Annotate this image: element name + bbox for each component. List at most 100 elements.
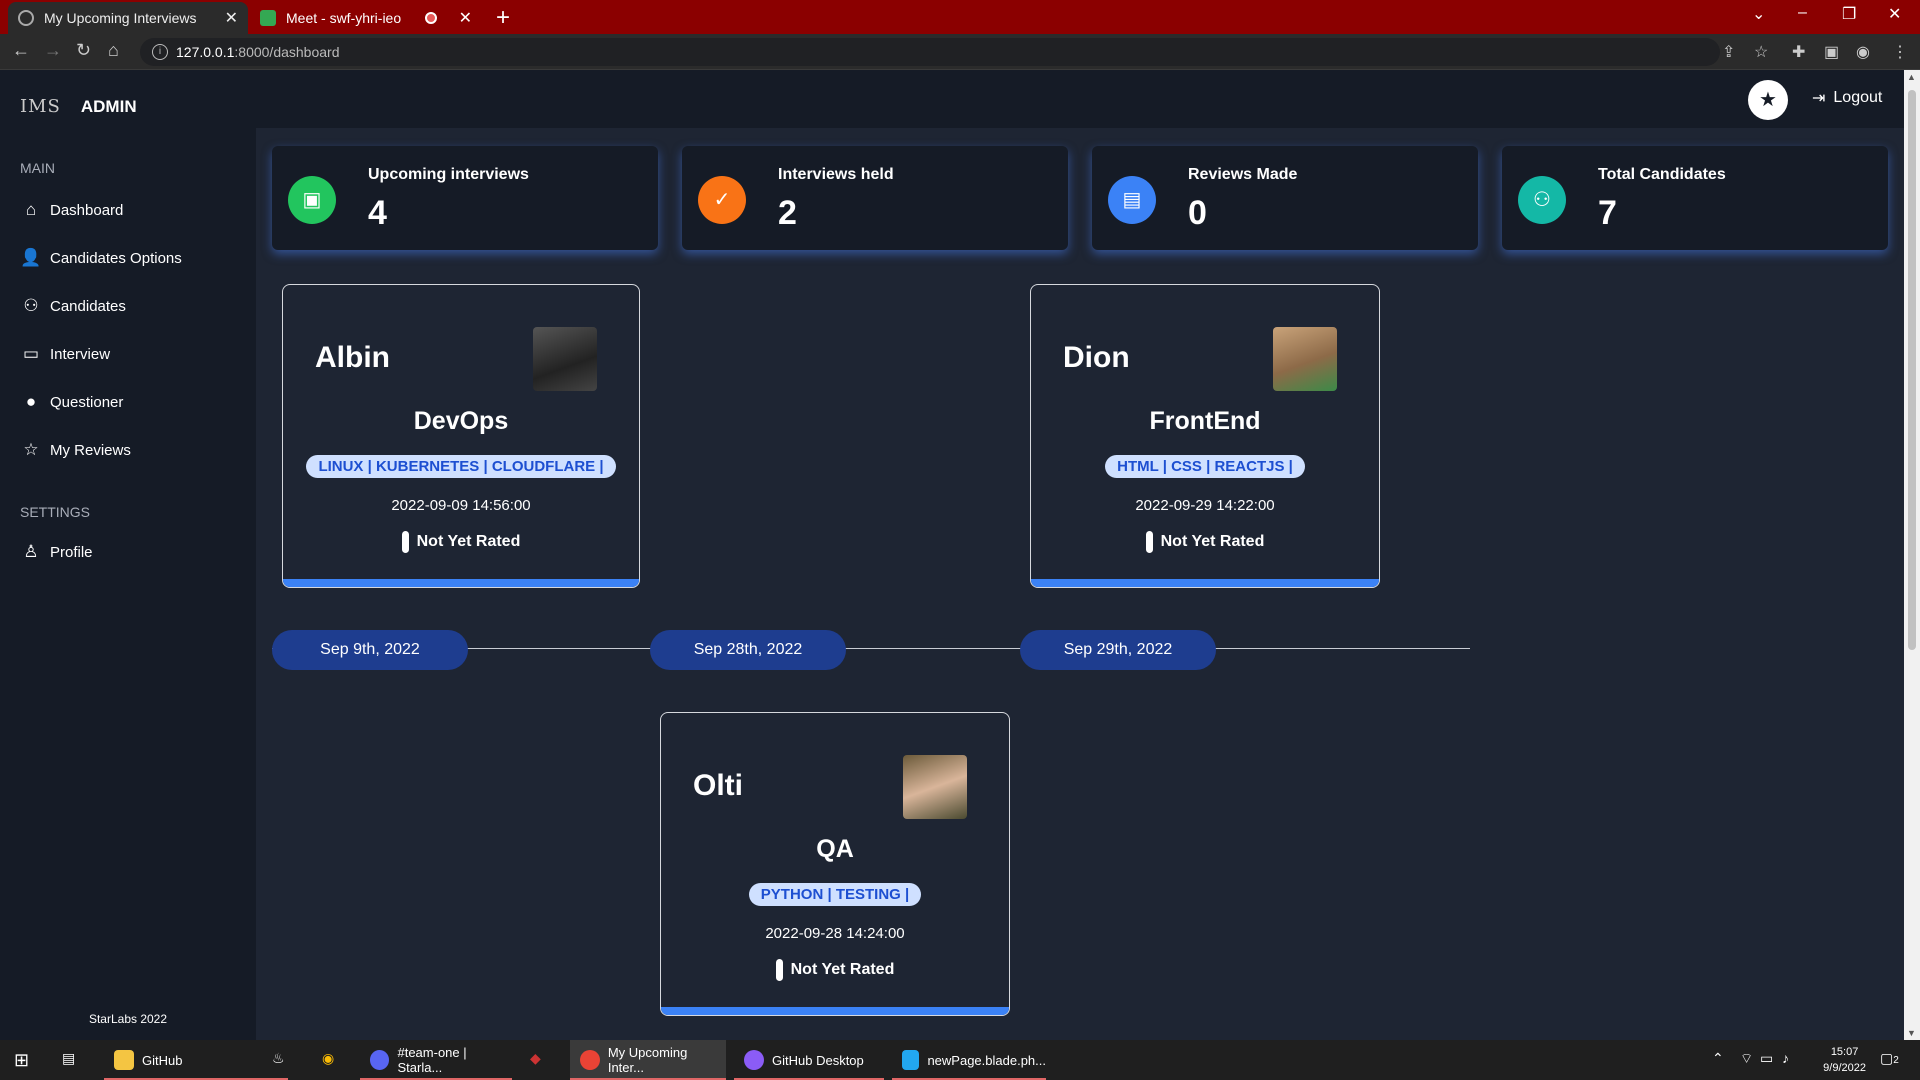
page-scrollbar[interactable]: ▲ ▼	[1904, 70, 1920, 1040]
candidate-name: Albin	[315, 341, 390, 374]
taskbar-item-discord[interactable]: #team-one | Starla...	[360, 1040, 512, 1080]
bookmark-star-icon[interactable]: ☆	[1754, 42, 1768, 62]
logout-label: Logout	[1833, 89, 1883, 106]
interview-date: 2022-09-09 14:56:00	[391, 497, 531, 514]
money-icon: ▣	[288, 176, 336, 224]
steam-icon[interactable]: ♨	[272, 1050, 285, 1067]
reload-icon[interactable]: ↻	[76, 40, 91, 61]
card-accent-bar	[1031, 579, 1379, 587]
share-icon[interactable]: ⇪	[1722, 42, 1735, 62]
extensions-icon[interactable]: ✚	[1792, 42, 1805, 62]
candidate-card-dion[interactable]: Dion FrontEnd HTML | CSS | REACTJS | 202…	[1030, 284, 1380, 588]
taskbar-item-github-desktop[interactable]: GitHub Desktop	[734, 1040, 884, 1080]
new-tab-button[interactable]: +	[496, 4, 510, 32]
tab-search-icon[interactable]: ⌄	[1752, 4, 1765, 24]
chrome-icon[interactable]: ◉	[322, 1050, 334, 1067]
profile-avatar-icon[interactable]: ◉	[1856, 42, 1870, 62]
candidate-card-albin[interactable]: Albin DevOps LINUX | KUBERNETES | CLOUDF…	[282, 284, 640, 588]
clock-date: 9/9/2022	[1823, 1062, 1866, 1074]
close-tab-icon[interactable]: ✕	[225, 8, 238, 28]
windows-start-icon[interactable]: ⊞	[14, 1050, 29, 1071]
sidebar-item-label: Questioner	[50, 393, 124, 411]
back-icon[interactable]: ←	[12, 40, 30, 61]
monitor-icon: ▭	[22, 344, 40, 363]
battery-icon[interactable]: ▭	[1760, 1050, 1773, 1067]
rating-indicator-icon	[401, 531, 409, 553]
tab-title: My Upcoming Interviews	[44, 10, 197, 26]
home-icon[interactable]: ⌂	[108, 40, 119, 61]
notification-count: 2	[1893, 1055, 1899, 1066]
favorites-button[interactable]: ★	[1748, 80, 1788, 120]
taskbar-clock[interactable]: 15:07 9/9/2022	[1823, 1044, 1866, 1076]
footer-copyright: StarLabs 2022	[88, 1012, 168, 1026]
sidebar-item-interview[interactable]: ▭ Interview	[20, 342, 110, 366]
stat-card-held: ✓ Interviews held 2	[682, 146, 1068, 250]
sidebar: IMS ADMIN MAIN ⌂ Dashboard 👤 Candidates …	[0, 70, 256, 1040]
sidebar-item-label: Candidates	[50, 297, 126, 315]
task-view-icon[interactable]: ▤	[62, 1050, 75, 1067]
address-bar-row: ← → ↻ ⌂ i 127.0.0.1:8000/dashboard ⇪ ☆ ✚…	[0, 34, 1920, 70]
sidebar-item-label: Interview	[50, 345, 111, 363]
restore-button[interactable]: ❐	[1842, 4, 1856, 24]
timeline-date-pill: Sep 28th, 2022	[650, 630, 846, 670]
sidebar-item-label: Dashboard	[50, 201, 124, 219]
vscode-icon	[902, 1050, 920, 1070]
sidebar-item-label: My Reviews	[50, 441, 131, 459]
sidebar-item-my-reviews[interactable]: ☆ My Reviews	[20, 438, 131, 462]
sidebar-item-questioner[interactable]: ● Questioner	[20, 390, 124, 414]
notification-icon[interactable]: ▢2	[1880, 1050, 1899, 1067]
browser-tab-active[interactable]: My Upcoming Interviews ✕	[8, 2, 248, 34]
rating-label: Not Yet Rated	[1160, 533, 1265, 551]
section-settings-label: SETTINGS	[20, 504, 91, 520]
clipboard-check-icon: ✓	[698, 176, 746, 224]
interview-date: 2022-09-29 14:22:00	[1135, 497, 1275, 514]
app-icon[interactable]: ◆	[530, 1050, 541, 1067]
close-tab-icon[interactable]: ✕	[459, 8, 472, 28]
scroll-down-icon[interactable]: ▼	[1907, 1028, 1916, 1038]
windows-taskbar: ⊞ ▤ GitHub ♨ ◉ #team-one | Starla... ◆ M…	[0, 1040, 1920, 1080]
recording-icon	[424, 12, 437, 24]
candidate-card-olti[interactable]: Olti QA PYTHON | TESTING | 2022-09-28 14…	[660, 712, 1010, 1016]
section-main-label: MAIN	[20, 160, 55, 176]
candidate-name: Olti	[693, 769, 743, 802]
taskbar-item-github-folder[interactable]: GitHub	[104, 1040, 288, 1080]
browser-tab-bar: My Upcoming Interviews ✕ Meet - swf-yhri…	[0, 0, 1920, 34]
forward-icon[interactable]: →	[44, 40, 62, 61]
sidebar-item-dashboard[interactable]: ⌂ Dashboard	[20, 198, 124, 222]
users-icon: ⚇	[23, 296, 39, 315]
candidate-rating: Not Yet Rated	[283, 531, 639, 553]
menu-icon[interactable]: ⋮	[1892, 42, 1908, 62]
logo: IMS	[20, 96, 61, 117]
stat-value: 2	[778, 194, 797, 232]
chevron-up-icon[interactable]: ⌃	[1712, 1050, 1724, 1067]
brand[interactable]: IMS ADMIN	[20, 96, 137, 117]
user-plus-icon: 👤	[20, 248, 42, 267]
wifi-icon[interactable]: ⌔	[1740, 1050, 1753, 1068]
rating-label: Not Yet Rated	[790, 961, 895, 979]
side-panel-icon[interactable]: ▣	[1824, 42, 1839, 62]
clipboard-icon: ▤	[1108, 176, 1156, 224]
candidate-role: QA	[816, 835, 854, 863]
scrollbar-thumb[interactable]	[1908, 90, 1916, 650]
logout-button[interactable]: ⇥ Logout	[1812, 88, 1882, 108]
close-window-button[interactable]: ✕	[1888, 4, 1901, 24]
browser-tab-meet[interactable]: Meet - swf-yhri-ieo ✕	[250, 2, 482, 34]
scroll-up-icon[interactable]: ▲	[1907, 72, 1916, 82]
taskbar-item-label: GitHub	[142, 1052, 183, 1068]
star-icon: ☆	[23, 440, 39, 459]
volume-icon[interactable]: ♪	[1782, 1050, 1789, 1066]
sidebar-item-candidates-options[interactable]: 👤 Candidates Options	[20, 246, 181, 270]
sidebar-item-candidates[interactable]: ⚇ Candidates	[20, 294, 126, 318]
stat-value: 4	[368, 194, 387, 232]
minimize-button[interactable]: –	[1798, 4, 1807, 22]
logout-icon: ⇥	[1812, 90, 1826, 107]
chrome-icon	[580, 1050, 600, 1070]
taskbar-item-vscode[interactable]: newPage.blade.ph...	[892, 1040, 1046, 1080]
sidebar-item-profile[interactable]: ♙ Profile	[20, 540, 92, 564]
info-icon[interactable]: i	[152, 44, 168, 60]
taskbar-item-chrome-active[interactable]: My Upcoming Inter...	[570, 1040, 726, 1080]
url-field[interactable]: i 127.0.0.1:8000/dashboard	[140, 38, 1720, 66]
candidate-photo	[1273, 327, 1337, 391]
taskbar-item-label: GitHub Desktop	[772, 1052, 864, 1068]
taskbar-item-label: My Upcoming Inter...	[607, 1045, 688, 1075]
